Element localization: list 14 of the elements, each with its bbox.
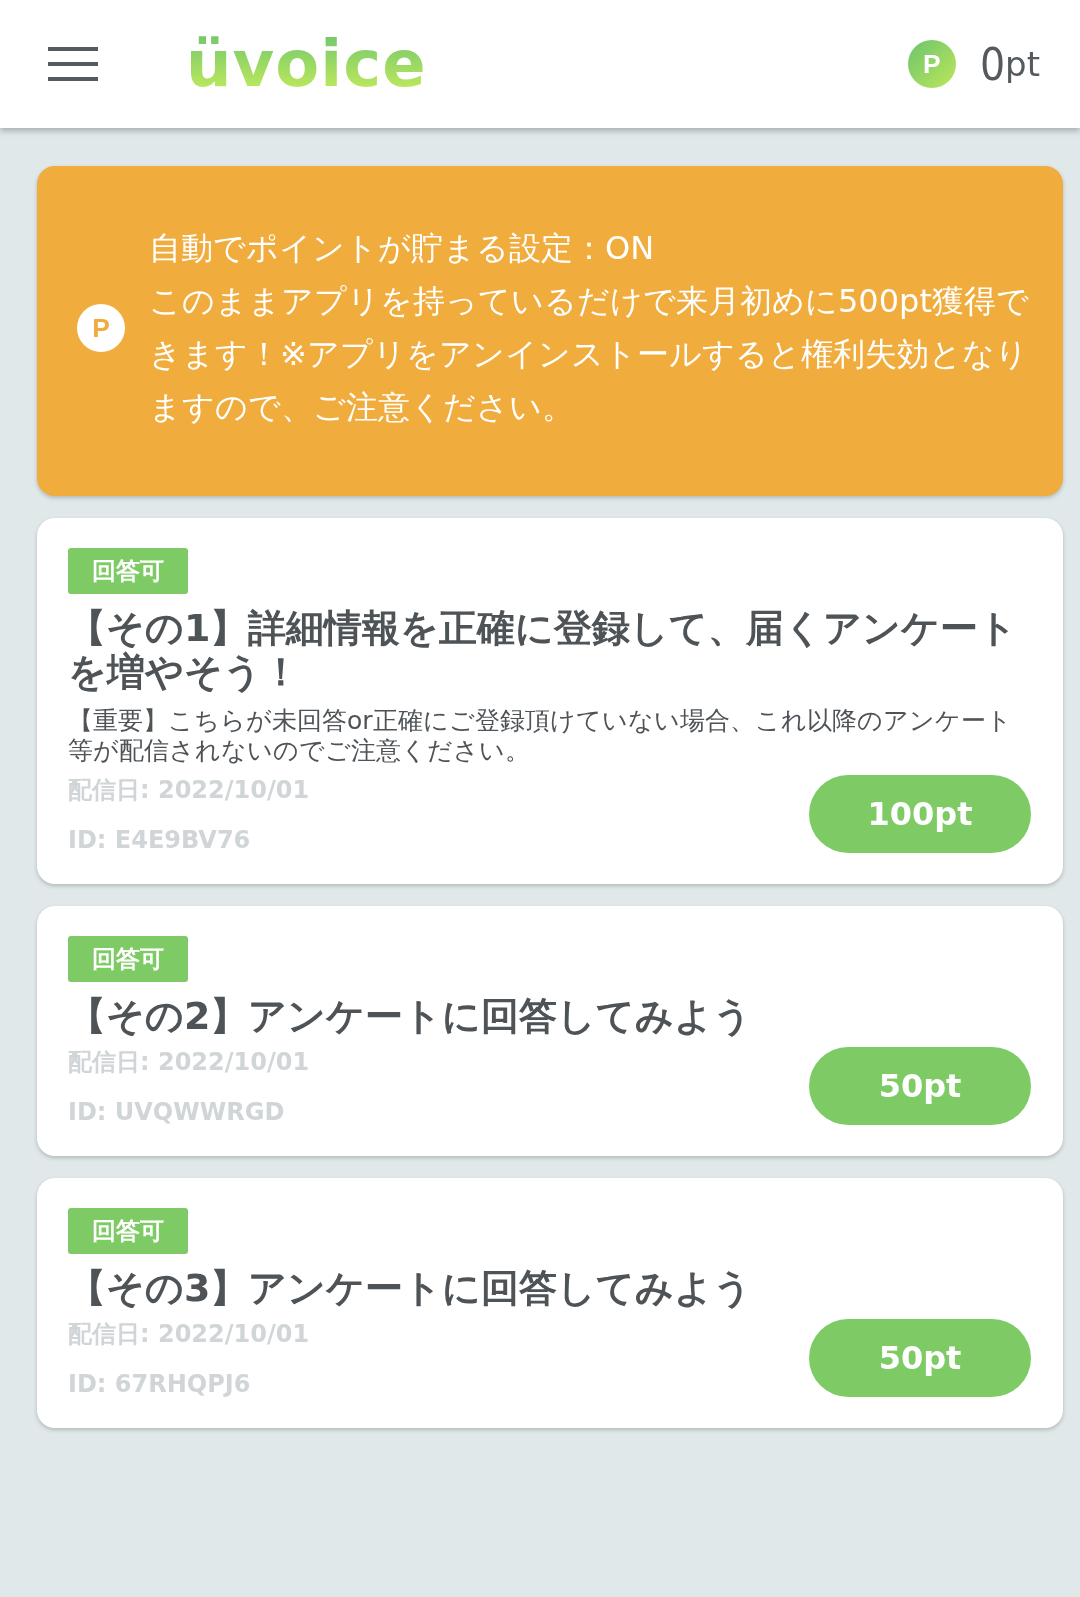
status-tag: 回答可: [68, 548, 188, 594]
survey-title: 【その2】アンケートに回答してみよう: [68, 994, 754, 1038]
status-tag: 回答可: [68, 936, 188, 982]
survey-title: 【その1】詳細情報を正確に登録して、届くアンケートを増やそう！: [68, 606, 1019, 694]
notice-text: 自動でポイントが貯まる設定：ON: [149, 228, 656, 269]
points-value: 0: [979, 38, 1006, 90]
notice-text: このままアプリを持っているだけで来月初めに500pt獲得できます！※アプリをアンインストールすると権利失効となりますので、ご注意ください。: [149, 281, 1030, 428]
survey-description: 【重要】こちらが未回答or正確にご登録頂けていない場合、これ以降のアンケート等が配信されないのでご注意ください。: [68, 706, 1013, 766]
points-icon: P: [77, 304, 125, 352]
points-icon: P: [907, 40, 956, 88]
points-unit: pt: [1005, 44, 1040, 84]
survey-title: 【その3】アンケートに回答してみよう: [68, 1266, 754, 1310]
menu-icon[interactable]: [48, 47, 98, 81]
status-tag: 回答可: [68, 1208, 188, 1254]
